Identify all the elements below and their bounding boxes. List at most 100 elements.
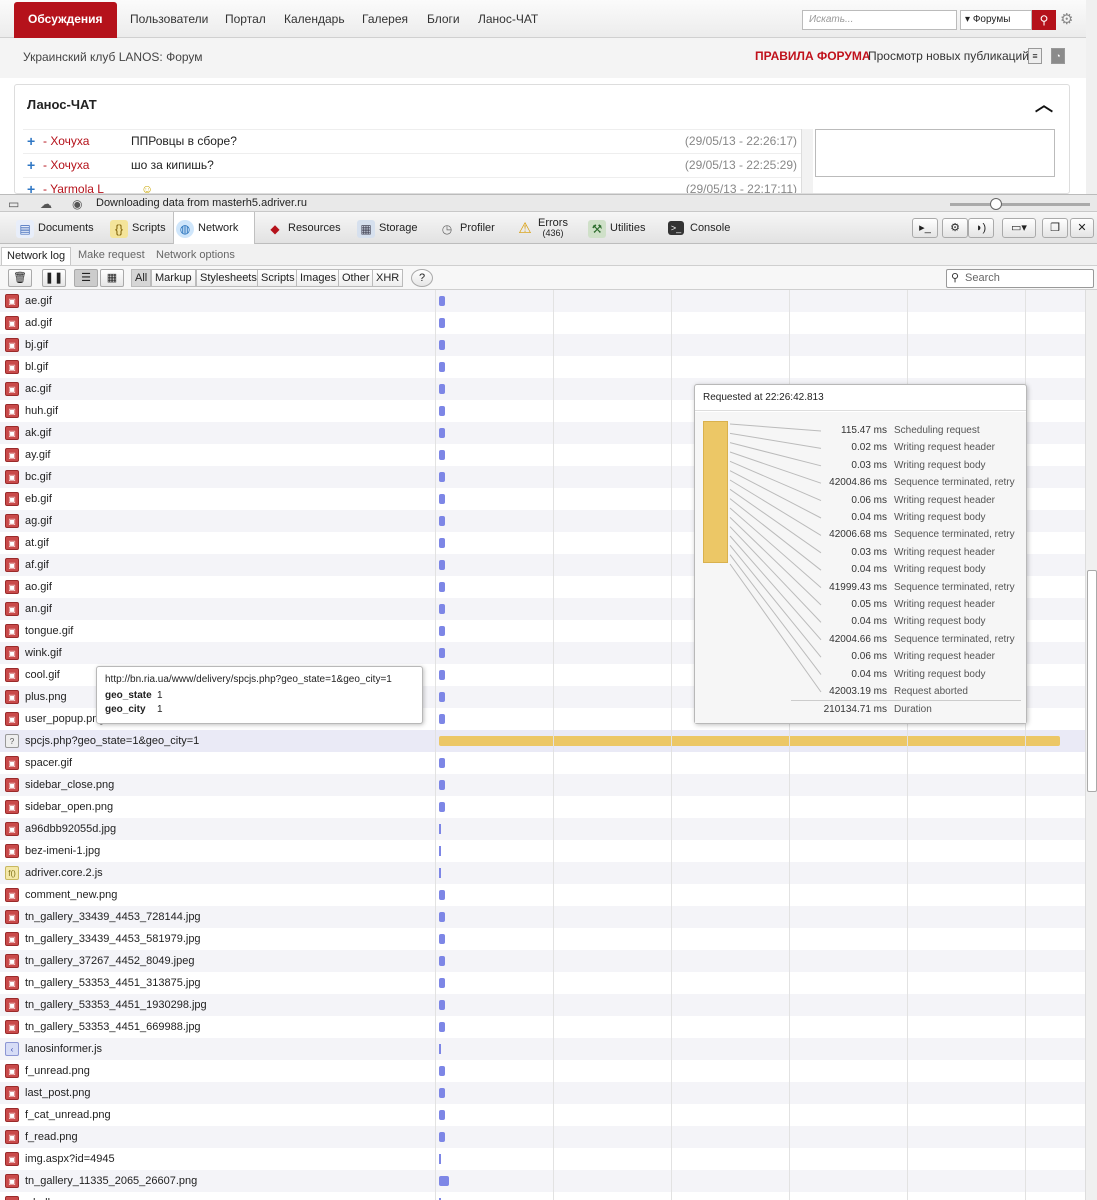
table-row[interactable]: ‹ lanosinformer.js <box>0 1038 1085 1060</box>
detach-icon[interactable]: ❐ <box>1042 218 1068 238</box>
network-search-input[interactable]: ⚲ Search <box>946 269 1094 288</box>
timeline-bar[interactable] <box>439 648 445 658</box>
chat-user[interactable]: - Yarmola L <box>43 178 104 193</box>
timeline-bar[interactable] <box>439 362 445 372</box>
filter-scripts[interactable]: Scripts <box>257 269 299 287</box>
gear-icon[interactable]: ⚙ <box>1060 10 1076 30</box>
filter-other[interactable]: Other <box>338 269 374 287</box>
timeline-bar[interactable] <box>439 1088 445 1098</box>
timeline-bar[interactable] <box>439 604 445 614</box>
timeline-bar[interactable] <box>439 780 445 790</box>
file-cell[interactable]: ‹ lanosinformer.js <box>0 1038 435 1060</box>
rss-icon[interactable]: ◔ <box>1051 48 1065 64</box>
filter-images[interactable]: Images <box>296 269 341 287</box>
file-cell[interactable]: ▣ comment_new.png <box>0 884 435 906</box>
plus-icon[interactable]: + <box>27 178 35 193</box>
file-cell[interactable]: ▣ an.gif <box>0 598 435 620</box>
nav-portal[interactable]: Портал <box>225 0 266 36</box>
scrollbar-thumb[interactable] <box>1087 570 1097 792</box>
table-row[interactable]: ▣ bez-imeni-1.jpg <box>0 840 1085 862</box>
file-cell[interactable]: ▣ at.gif <box>0 532 435 554</box>
file-cell[interactable]: ▣ bj.gif <box>0 334 435 356</box>
filter-stylesheets[interactable]: Stylesheets <box>196 269 261 287</box>
file-cell[interactable]: ▣ tn_gallery_33439_4453_728144.jpg <box>0 906 435 928</box>
timeline-bar[interactable] <box>439 912 445 922</box>
file-cell[interactable]: ▣ whalkn.png <box>0 1192 435 1200</box>
file-cell[interactable]: ▣ sidebar_close.png <box>0 774 435 796</box>
table-row[interactable]: ▣ f_read.png <box>0 1126 1085 1148</box>
table-row[interactable]: ▣ img.aspx?id=4945 <box>0 1148 1085 1170</box>
file-cell[interactable]: ▣ tn_gallery_37267_4452_8049.jpeg <box>0 950 435 972</box>
table-row[interactable]: ▣ bl.gif <box>0 356 1085 378</box>
timeline-bar[interactable] <box>439 1154 441 1164</box>
table-row[interactable]: ▣ tn_gallery_53353_4451_313875.jpg <box>0 972 1085 994</box>
timeline-bar[interactable] <box>439 824 441 834</box>
subtab-network-log[interactable]: Network log <box>1 247 72 265</box>
tab-scripts[interactable]: {} Scripts <box>108 212 166 244</box>
nav-blogs[interactable]: Блоги <box>427 0 460 36</box>
timeline-bar[interactable] <box>439 494 445 504</box>
timeline-bar[interactable] <box>439 802 445 812</box>
network-log-scrollbar[interactable] <box>1085 290 1097 1200</box>
file-cell[interactable]: ▣ f_cat_unread.png <box>0 1104 435 1126</box>
timeline-bar[interactable] <box>439 340 445 350</box>
timeline-bar[interactable] <box>439 868 441 878</box>
nav-users[interactable]: Пользователи <box>130 0 208 36</box>
close-icon[interactable]: ✕ <box>1070 218 1094 238</box>
file-cell[interactable]: ▣ f_read.png <box>0 1126 435 1148</box>
file-cell[interactable]: ▣ ac.gif <box>0 378 435 400</box>
file-cell[interactable]: ▣ bl.gif <box>0 356 435 378</box>
timeline-bar[interactable] <box>439 714 445 724</box>
timeline-bar[interactable] <box>439 890 445 900</box>
file-cell[interactable]: ▣ sidebar_open.png <box>0 796 435 818</box>
tab-resources[interactable]: ◆ Resources <box>264 212 340 244</box>
timeline-bar[interactable] <box>439 450 445 460</box>
timeline-bar[interactable] <box>439 956 445 966</box>
tab-utilities[interactable]: ⚒ Utilities <box>586 212 645 244</box>
table-row[interactable]: ▣ sidebar_close.png <box>0 774 1085 796</box>
file-cell[interactable]: ▣ tongue.gif <box>0 620 435 642</box>
cloud-icon[interactable]: ☁ <box>40 196 52 213</box>
timeline-bar[interactable] <box>439 846 441 856</box>
table-row[interactable]: ▣ tn_gallery_53353_4451_669988.jpg <box>0 1016 1085 1038</box>
table-row[interactable]: ▣ comment_new.png <box>0 884 1085 906</box>
file-cell[interactable]: ▣ ag.gif <box>0 510 435 532</box>
timeline-bar[interactable] <box>439 1044 441 1054</box>
table-row[interactable]: ? spcjs.php?geo_state=1&geo_city=1 <box>0 730 1085 752</box>
file-cell[interactable]: ▣ ay.gif <box>0 444 435 466</box>
timeline-bar[interactable] <box>439 296 445 306</box>
graph-view-icon[interactable]: ☰ <box>74 269 98 287</box>
tab-storage[interactable]: ▦ Storage <box>355 212 418 244</box>
timeline-bar[interactable] <box>439 626 445 636</box>
timeline-bar[interactable] <box>439 384 445 394</box>
timeline-bar[interactable] <box>439 472 445 482</box>
settings-icon[interactable]: ⚙ <box>942 218 968 238</box>
help-icon[interactable]: ? <box>411 269 433 287</box>
trash-icon[interactable]: 🗑 <box>8 269 32 287</box>
speed-icon[interactable]: ◉ <box>72 196 82 213</box>
table-row[interactable]: ▣ sidebar_open.png <box>0 796 1085 818</box>
file-cell[interactable]: ▣ spacer.gif <box>0 752 435 774</box>
timeline-bar[interactable] <box>439 758 445 768</box>
timeline-bar[interactable] <box>439 934 445 944</box>
forum-search-input[interactable]: Искать... <box>802 10 957 30</box>
timeline-bar[interactable] <box>439 1000 445 1010</box>
filter-all[interactable]: All <box>131 269 152 287</box>
file-cell[interactable]: ▣ huh.gif <box>0 400 435 422</box>
file-cell[interactable]: ▣ af.gif <box>0 554 435 576</box>
file-cell[interactable]: ▣ bc.gif <box>0 466 435 488</box>
zoom-slider[interactable] <box>950 198 1090 210</box>
zoom-knob[interactable] <box>990 198 1002 210</box>
timeline-bar[interactable] <box>439 406 445 416</box>
nav-lanos-chat[interactable]: Ланос-ЧАТ <box>478 0 538 36</box>
file-cell[interactable]: ▣ ad.gif <box>0 312 435 334</box>
table-row[interactable]: ▣ last_post.png <box>0 1082 1085 1104</box>
chat-input[interactable] <box>815 129 1055 177</box>
document-icon[interactable]: ≡ <box>1028 48 1042 64</box>
table-row[interactable]: f() adriver.core.2.js <box>0 862 1085 884</box>
timeline-bar[interactable] <box>439 1022 445 1032</box>
nav-discussions[interactable]: Обсуждения <box>14 2 117 38</box>
filter-xhr[interactable]: XHR <box>372 269 404 287</box>
new-posts-link[interactable]: Просмотр новых публикаций <box>868 49 1029 63</box>
tab-errors[interactable]: ⚠ Errors (436) <box>514 212 568 244</box>
